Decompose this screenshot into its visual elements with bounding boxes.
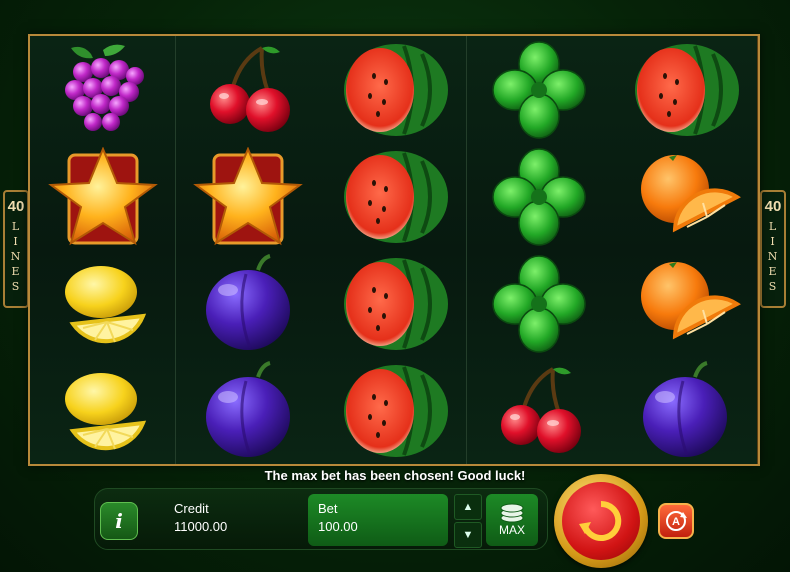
- autoplay-icon: A: [666, 511, 687, 531]
- reel-symbol-watermelon: [321, 357, 466, 464]
- lemon-icon: [62, 370, 145, 451]
- reel-symbol-cherries: [176, 36, 321, 143]
- bet-label: Bet: [318, 501, 338, 516]
- reel-symbol-star: [176, 143, 321, 250]
- lemon-icon: [62, 263, 145, 344]
- watermelon-icon: [341, 255, 450, 352]
- lines-letter: E: [11, 265, 21, 278]
- lines-letter: L: [11, 220, 21, 233]
- reel-frame: [28, 34, 760, 466]
- reel-symbol-grapes: [30, 36, 175, 143]
- spin-button[interactable]: [554, 474, 648, 568]
- reel-symbol-plum: [176, 250, 321, 357]
- lines-letter: N: [10, 250, 22, 263]
- triangle-up-icon: ▲: [462, 501, 474, 513]
- lines-letter: I: [770, 235, 776, 248]
- watermelon-icon: [341, 148, 450, 245]
- clover-icon: [492, 40, 587, 139]
- lines-letter: S: [768, 280, 778, 293]
- plum-icon: [204, 360, 293, 459]
- bet-value: 100.00: [318, 519, 358, 534]
- bet-increase-button[interactable]: ▲: [454, 494, 482, 520]
- triangle-down-icon: ▼: [462, 529, 474, 541]
- clover-icon: [492, 147, 587, 246]
- reel-symbol-watermelon: [321, 143, 466, 250]
- reel-symbol-watermelon: [612, 36, 757, 143]
- reel-symbol-plum: [176, 357, 321, 464]
- plum-icon: [640, 360, 729, 459]
- lines-letter: E: [768, 265, 778, 278]
- reel-3: [321, 36, 468, 464]
- reel-symbol-watermelon: [321, 36, 466, 143]
- bet-display: Bet 100.00: [308, 494, 448, 546]
- reel-4: [466, 36, 613, 464]
- reel-2: [175, 36, 322, 464]
- cherries-icon: [208, 44, 293, 134]
- credit-value: 11000.00: [174, 519, 228, 534]
- reel-symbol-clover: [467, 250, 612, 357]
- lines-word: L I N E S: [11, 219, 22, 294]
- star-icon: [49, 147, 156, 244]
- cherries-icon: [499, 365, 584, 455]
- reel-symbol-star: [30, 143, 175, 250]
- reel-symbol-clover: [467, 36, 612, 143]
- reel-symbol-lemon: [30, 250, 175, 357]
- reel-1: [30, 36, 176, 464]
- lines-letter: N: [767, 250, 779, 263]
- watermelon-icon: [341, 362, 450, 459]
- grapes-icon: [64, 44, 144, 131]
- credit-display: Credit 11000.00: [174, 500, 227, 536]
- reel-symbol-lemon: [30, 357, 175, 464]
- orange-icon: [638, 259, 739, 338]
- lines-letter: L: [768, 220, 778, 233]
- status-message: The max bet has been chosen! Good luck!: [264, 468, 526, 483]
- lines-letter: S: [11, 280, 21, 293]
- star-icon: [194, 147, 302, 244]
- info-icon: i: [115, 509, 123, 533]
- lines-count: 40: [7, 198, 25, 215]
- clover-icon: [492, 254, 587, 353]
- bet-decrease-button[interactable]: ▼: [454, 522, 482, 548]
- autoplay-label: A: [672, 516, 680, 528]
- max-bet-button[interactable]: MAX: [486, 494, 538, 546]
- spin-button-face: [562, 482, 640, 560]
- watermelon-icon: [341, 41, 450, 138]
- reel-symbol-cherries: [467, 357, 612, 464]
- spin-arrows-icon: [579, 500, 622, 541]
- lines-badge-right: 40 L I N E S: [760, 190, 786, 308]
- reel-symbol-watermelon: [321, 250, 466, 357]
- info-button[interactable]: i: [100, 502, 138, 540]
- lines-count: 40: [764, 198, 782, 215]
- plum-icon: [204, 253, 293, 352]
- reel-5: [612, 36, 758, 464]
- reel-symbol-orange: [612, 143, 757, 250]
- autoplay-button[interactable]: A: [658, 503, 694, 539]
- reel-symbol-clover: [467, 143, 612, 250]
- reel-symbol-orange: [612, 250, 757, 357]
- lines-badge-left: 40 L I N E S: [3, 190, 29, 308]
- credit-label: Credit: [174, 501, 209, 516]
- max-label: MAX: [498, 523, 525, 537]
- lines-letter: I: [13, 235, 19, 248]
- watermelon-icon: [632, 41, 741, 138]
- orange-icon: [638, 152, 739, 231]
- reel-symbol-plum: [612, 357, 757, 464]
- coin-stack-icon: [500, 503, 524, 523]
- lines-word: L I N E S: [768, 219, 779, 294]
